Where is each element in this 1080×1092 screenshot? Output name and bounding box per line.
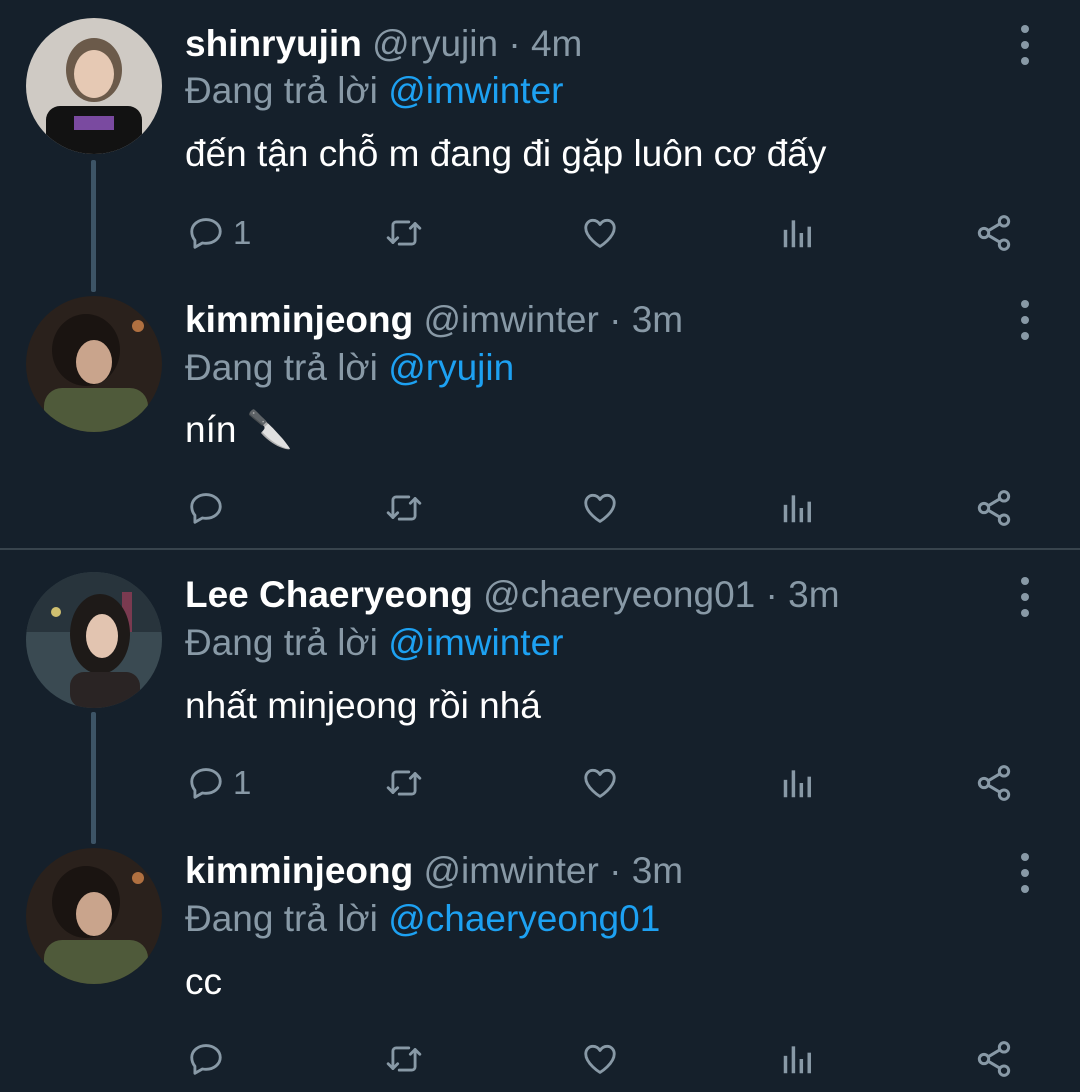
more-vertical-icon[interactable]: [1008, 25, 1042, 65]
reply-button[interactable]: [187, 483, 233, 533]
retweet-button[interactable]: [383, 483, 425, 533]
analytics-button[interactable]: [779, 483, 817, 533]
reply-mention-link[interactable]: @chaeryeong01: [388, 898, 660, 939]
like-button[interactable]: [581, 483, 619, 533]
separator-dot: ·: [609, 299, 622, 340]
reply-icon: [190, 1044, 222, 1075]
analytics-icon: [783, 1046, 811, 1074]
replying-to-line: Đang trả lời @imwinter: [185, 621, 564, 665]
reply-button[interactable]: 1: [187, 208, 251, 258]
tweet-timestamp[interactable]: 3m: [632, 850, 683, 891]
replying-to-line: Đang trả lời @ryujin: [185, 346, 514, 390]
reply-mention-link[interactable]: @imwinter: [388, 70, 563, 111]
analytics-icon: [783, 770, 811, 798]
tweet-text: cc: [185, 961, 222, 1002]
tweet-actions: 1: [0, 208, 1080, 258]
tweet-header: shinryujin @ryujin · 4m: [185, 22, 582, 66]
like-button[interactable]: [581, 1034, 619, 1084]
heart-icon: [584, 768, 616, 798]
separator-dot: ·: [609, 850, 622, 891]
thread-divider: [0, 548, 1080, 550]
tweet-text: đến tận chỗ m đang đi gặp luôn cơ đấy: [185, 133, 827, 174]
like-button[interactable]: [581, 758, 619, 808]
analytics-icon: [783, 495, 811, 523]
analytics-icon: [783, 220, 811, 248]
avatar[interactable]: [26, 848, 162, 984]
retweet-icon: [386, 770, 422, 796]
separator-dot: ·: [765, 574, 778, 615]
analytics-button[interactable]: [779, 1034, 817, 1084]
reply-count: 1: [233, 214, 252, 251]
tweet-header: kimminjeong @imwinter · 3m: [185, 298, 683, 342]
tweet-timestamp[interactable]: 3m: [632, 299, 683, 340]
analytics-button[interactable]: [779, 758, 817, 808]
retweet-button[interactable]: [383, 208, 425, 258]
reply-count: 1: [233, 764, 252, 801]
replying-to-label: Đang trả lời: [185, 898, 378, 939]
retweet-button[interactable]: [383, 1034, 425, 1084]
like-button[interactable]: [581, 208, 619, 258]
share-icon: [977, 1041, 1011, 1077]
avatar[interactable]: [26, 296, 162, 432]
share-icon: [977, 765, 1011, 801]
separator-dot: ·: [508, 23, 521, 64]
heart-icon: [584, 218, 616, 248]
reply-icon: [190, 768, 222, 799]
retweet-icon: [386, 495, 422, 521]
reply-icon: [190, 218, 222, 249]
display-name[interactable]: shinryujin: [185, 23, 362, 64]
user-handle[interactable]: @imwinter: [423, 850, 598, 891]
display-name[interactable]: Lee Chaeryeong: [185, 574, 473, 615]
replying-to-label: Đang trả lời: [185, 622, 378, 663]
reply-button[interactable]: [187, 1034, 233, 1084]
avatar[interactable]: [26, 18, 162, 154]
more-vertical-icon[interactable]: [1008, 853, 1042, 893]
tweet-actions: 1: [0, 758, 1080, 808]
tweet-text: nín 🔪: [185, 409, 293, 450]
tweet-header: Lee Chaeryeong @chaeryeong01 · 3m: [185, 573, 840, 617]
share-button[interactable]: [974, 1034, 1014, 1084]
retweet-icon: [386, 220, 422, 246]
replying-to-line: Đang trả lời @imwinter: [185, 69, 564, 113]
user-handle[interactable]: @imwinter: [423, 299, 598, 340]
replying-to-label: Đang trả lời: [185, 70, 378, 111]
more-vertical-icon[interactable]: [1008, 300, 1042, 340]
tweet-actions: [0, 483, 1080, 533]
reply-mention-link[interactable]: @imwinter: [388, 622, 563, 663]
reply-button[interactable]: 1: [187, 758, 251, 808]
share-button[interactable]: [974, 483, 1014, 533]
replying-to-label: Đang trả lời: [185, 347, 378, 388]
display-name[interactable]: kimminjeong: [185, 850, 413, 891]
user-handle[interactable]: @ryujin: [372, 23, 498, 64]
retweet-icon: [386, 1046, 422, 1072]
reply-icon: [190, 493, 222, 524]
replying-to-line: Đang trả lời @chaeryeong01: [185, 897, 660, 941]
avatar[interactable]: [26, 572, 162, 708]
share-icon: [977, 215, 1011, 251]
heart-icon: [584, 1044, 616, 1074]
user-handle[interactable]: @chaeryeong01: [483, 574, 755, 615]
retweet-button[interactable]: [383, 758, 425, 808]
heart-icon: [584, 493, 616, 523]
tweet-text: nhất minjeong rồi nhá: [185, 685, 541, 726]
share-icon: [977, 490, 1011, 526]
analytics-button[interactable]: [779, 208, 817, 258]
tweet-actions: [0, 1034, 1080, 1084]
reply-mention-link[interactable]: @ryujin: [388, 347, 514, 388]
tweet-header: kimminjeong @imwinter · 3m: [185, 849, 683, 893]
share-button[interactable]: [974, 758, 1014, 808]
tweet-timestamp[interactable]: 4m: [531, 23, 582, 64]
tweet-timestamp[interactable]: 3m: [788, 574, 839, 615]
share-button[interactable]: [974, 208, 1014, 258]
more-vertical-icon[interactable]: [1008, 577, 1042, 617]
display-name[interactable]: kimminjeong: [185, 299, 413, 340]
